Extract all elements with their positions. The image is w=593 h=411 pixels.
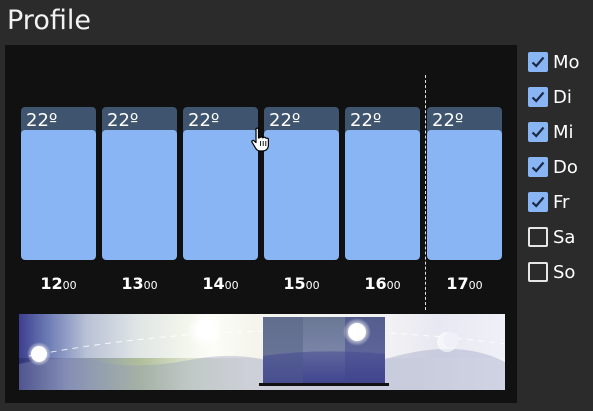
weekday-label: Fr <box>553 191 570 213</box>
weekday-label: So <box>553 261 576 283</box>
temp-slot-fill <box>102 130 177 260</box>
temp-slot-2[interactable]: 22º <box>102 107 177 260</box>
page-title: Profile <box>7 5 91 36</box>
selected-time-range[interactable] <box>259 317 389 386</box>
checkbox[interactable] <box>528 157 548 177</box>
temp-slot-fill <box>264 130 339 260</box>
temp-value: 22º <box>432 110 464 131</box>
checkmark-icon <box>531 161 545 173</box>
weekday-checkbox-do[interactable]: Do <box>528 155 578 179</box>
time-hour: 14 <box>202 274 225 293</box>
checkmark-icon <box>531 56 545 68</box>
time-minutes: 00 <box>62 279 77 292</box>
hand-cursor-icon <box>250 127 270 153</box>
temp-value: 22º <box>26 110 58 131</box>
profile-page: Profile 22º 22º 22º 22º 22º 22º 1200 130… <box>0 0 593 411</box>
temp-slot-5[interactable]: 22º <box>345 107 420 260</box>
time-hour: 13 <box>121 274 144 293</box>
time-minutes: 00 <box>305 279 320 292</box>
temp-slot-6[interactable]: 22º <box>427 107 502 260</box>
checkbox[interactable] <box>528 87 548 107</box>
checkbox[interactable] <box>528 262 548 282</box>
time-minutes: 00 <box>143 279 158 292</box>
temp-value: 22º <box>269 110 301 131</box>
time-label: 1300 <box>102 274 177 293</box>
temp-value: 22º <box>107 110 139 131</box>
temp-slot-3[interactable]: 22º <box>183 107 258 260</box>
schedule-panel: 22º 22º 22º 22º 22º 22º 1200 1300 1400 1… <box>5 45 517 403</box>
weekday-checkbox-fr[interactable]: Fr <box>528 190 569 214</box>
checkmark-icon <box>531 91 545 103</box>
weekday-label: Mi <box>553 121 574 143</box>
checkmark-icon <box>531 196 545 208</box>
time-minutes: 00 <box>468 279 483 292</box>
temp-slot-fill <box>21 130 96 260</box>
time-hour: 15 <box>283 274 306 293</box>
time-hour: 12 <box>40 274 63 293</box>
checkbox[interactable] <box>528 227 548 247</box>
time-label: 1200 <box>21 274 96 293</box>
temp-slot-fill <box>183 130 258 260</box>
temp-slot-4[interactable]: 22º <box>264 107 339 260</box>
weekday-checkbox-sa[interactable]: Sa <box>528 225 575 249</box>
checkmark-icon <box>531 126 545 138</box>
checkbox[interactable] <box>528 192 548 212</box>
time-label: 1600 <box>345 274 420 293</box>
current-time-marker <box>425 75 426 310</box>
time-hour: 16 <box>364 274 387 293</box>
weekday-checkbox-so[interactable]: So <box>528 260 575 284</box>
weekday-checkbox-mi[interactable]: Mi <box>528 120 574 144</box>
weekday-checkbox-mo[interactable]: Mo <box>528 50 580 74</box>
weekday-label: Do <box>553 156 578 178</box>
weekday-label: Mo <box>553 51 580 73</box>
time-label: 1500 <box>264 274 339 293</box>
weekday-label: Sa <box>553 226 576 248</box>
temp-value: 22º <box>188 110 220 131</box>
temp-value: 22º <box>350 110 382 131</box>
time-label: 1700 <box>427 274 502 293</box>
weekday-label: Di <box>553 86 572 108</box>
sun-icon <box>27 342 51 366</box>
temp-slot-fill <box>345 130 420 260</box>
time-hour: 17 <box>446 274 469 293</box>
day-sky-strip[interactable] <box>19 314 505 390</box>
temp-slot-1[interactable]: 22º <box>21 107 96 260</box>
weekday-checkbox-di[interactable]: Di <box>528 85 572 109</box>
time-minutes: 00 <box>224 279 239 292</box>
time-minutes: 00 <box>386 279 401 292</box>
time-label: 1400 <box>183 274 258 293</box>
temp-slot-fill <box>427 130 502 260</box>
checkbox[interactable] <box>528 52 548 72</box>
checkbox[interactable] <box>528 122 548 142</box>
